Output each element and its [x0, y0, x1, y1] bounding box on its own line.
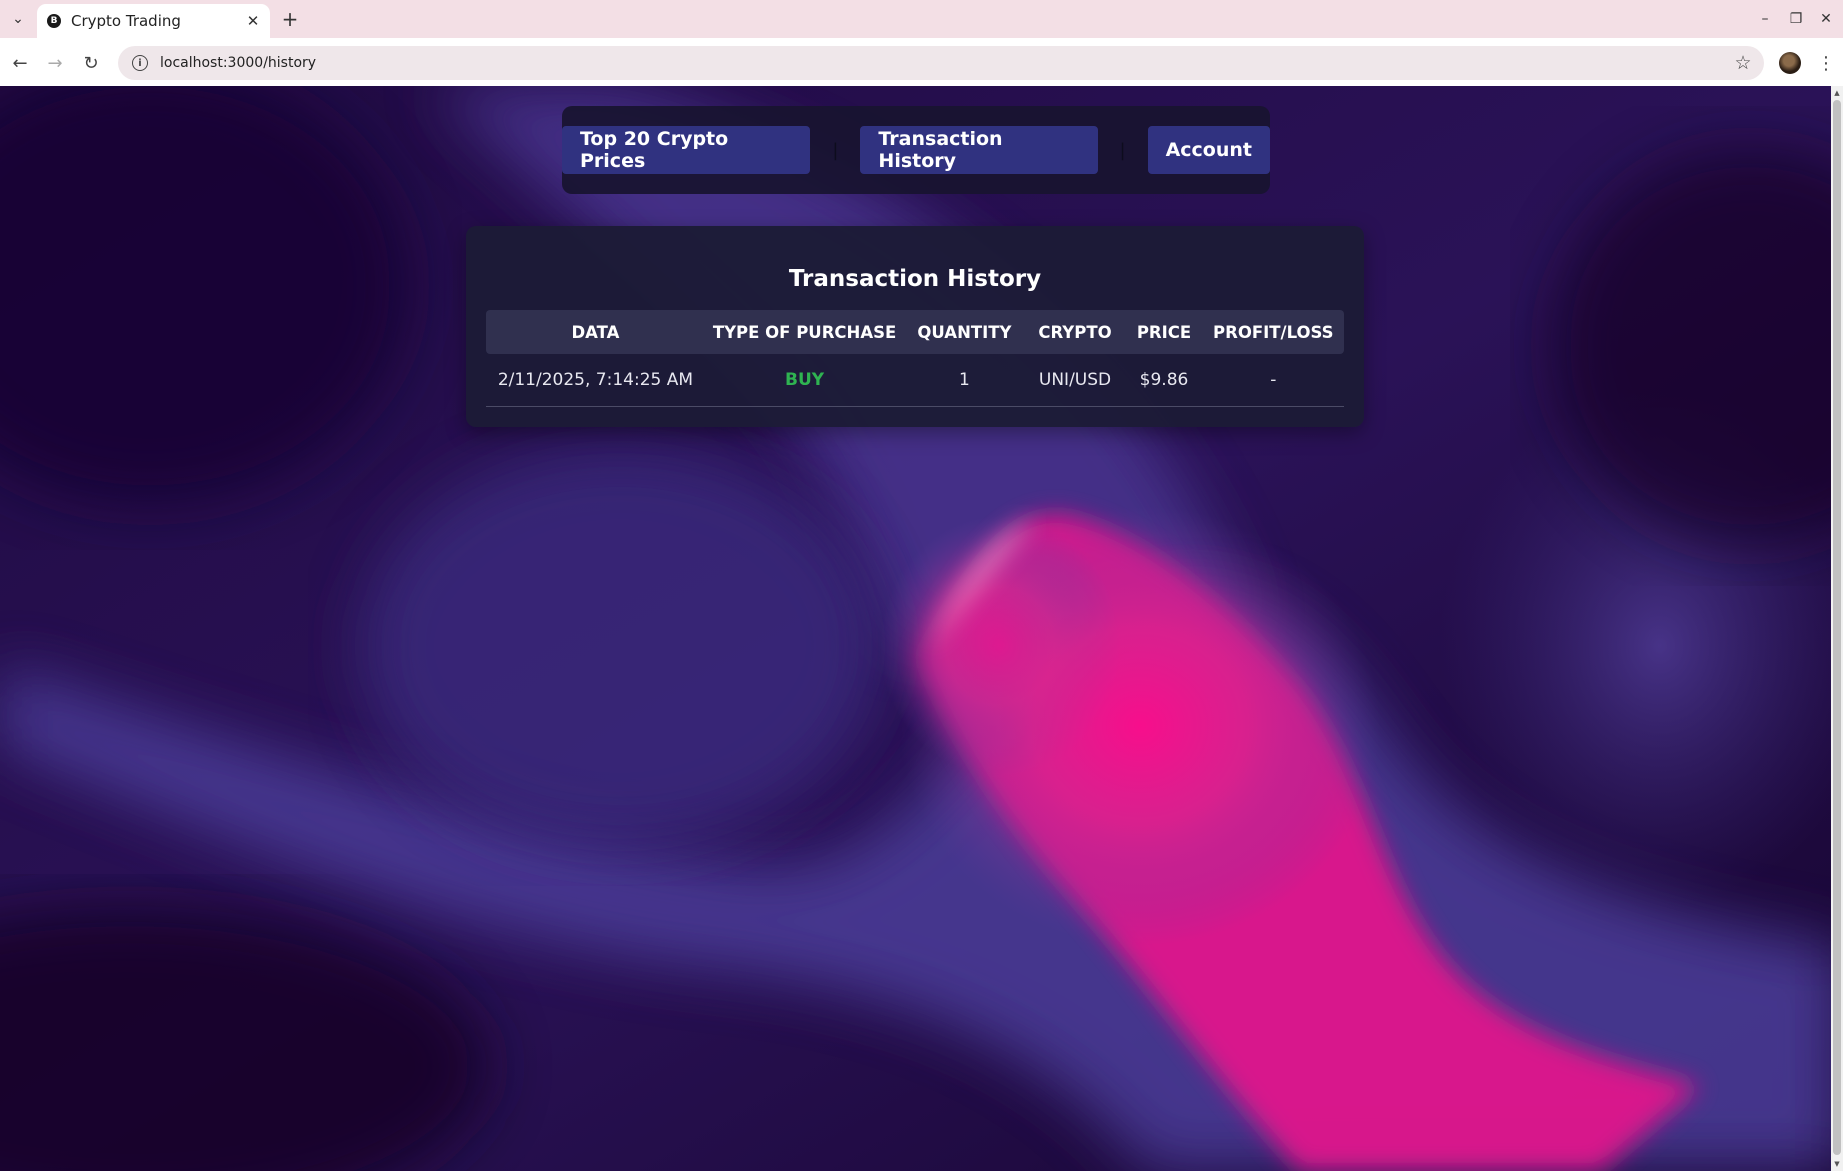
star-icon[interactable]: ☆: [1728, 48, 1758, 78]
table-header-row: DATA TYPE OF PURCHASE QUANTITY CRYPTO PR…: [486, 310, 1344, 354]
column-header-profit-loss: PROFIT/LOSS: [1213, 322, 1334, 342]
tab-title: Crypto Trading: [71, 12, 181, 30]
back-arrow-icon[interactable]: ←: [5, 48, 35, 78]
vertical-scrollbar[interactable]: ▲ ▼: [1831, 86, 1843, 1171]
page-title: Transaction History: [788, 266, 1042, 292]
scroll-up-icon[interactable]: ▲: [1831, 86, 1843, 100]
transaction-history-card: Transaction History DATA TYPE OF PURCHAS…: [466, 226, 1364, 427]
cell-type: BUY: [704, 354, 905, 407]
window-close-icon[interactable]: ✕: [1812, 6, 1840, 32]
info-icon[interactable]: i: [132, 55, 148, 71]
restore-icon[interactable]: ❐: [1782, 6, 1810, 32]
column-header-crypto: CRYPTO: [1038, 322, 1112, 342]
page-viewport: Top 20 Crypto Prices | Transaction Histo…: [0, 86, 1843, 1171]
column-header-price: PRICE: [1136, 322, 1192, 342]
browser-tab-bar: ⌄ B Crypto Trading ✕ + – ❐ ✕: [0, 0, 1843, 38]
scrollbar-thumb[interactable]: [1833, 100, 1841, 1155]
nav-account[interactable]: Account: [1147, 126, 1270, 174]
forward-arrow-icon[interactable]: →: [40, 48, 70, 78]
kebab-menu-icon[interactable]: ⋮: [1813, 48, 1839, 78]
reload-icon[interactable]: ↻: [76, 48, 106, 78]
profile-avatar[interactable]: [1779, 52, 1801, 74]
cell-crypto: UNI/USD: [1024, 354, 1126, 407]
nav-separator: |: [832, 139, 839, 161]
plus-icon[interactable]: +: [278, 7, 302, 31]
cell-date: 2/11/2025, 7:14:25 AM: [486, 354, 705, 407]
chevron-down-icon[interactable]: ⌄: [6, 7, 30, 31]
transaction-table: DATA TYPE OF PURCHASE QUANTITY CRYPTO PR…: [486, 310, 1344, 407]
main-nav: Top 20 Crypto Prices | Transaction Histo…: [562, 106, 1270, 194]
column-header-data: DATA: [571, 322, 620, 342]
scroll-down-icon[interactable]: ▼: [1831, 1157, 1843, 1171]
browser-tab[interactable]: B Crypto Trading ✕: [37, 4, 270, 38]
nav-separator: |: [1119, 139, 1126, 161]
nav-top-20-crypto-prices[interactable]: Top 20 Crypto Prices: [562, 126, 811, 174]
cell-quantity: 1: [904, 354, 1025, 407]
address-bar[interactable]: i localhost:3000/history ☆: [118, 46, 1764, 80]
column-header-type: TYPE OF PURCHASE: [712, 322, 897, 342]
close-icon[interactable]: ✕: [242, 10, 264, 32]
cell-price: $9.86: [1125, 354, 1203, 407]
minimize-icon[interactable]: –: [1751, 6, 1779, 32]
nav-transaction-history[interactable]: Transaction History: [860, 126, 1098, 174]
browser-toolbar: ← → ↻ i localhost:3000/history ☆ ⋮: [0, 38, 1843, 86]
table-row: 2/11/2025, 7:14:25 AM BUY 1 UNI/USD $9.8…: [486, 354, 1344, 407]
url-text[interactable]: localhost:3000/history: [160, 55, 1728, 71]
column-header-quantity: QUANTITY: [917, 322, 1012, 342]
cell-profit-loss: -: [1202, 354, 1344, 407]
favicon-icon: B: [47, 14, 61, 28]
